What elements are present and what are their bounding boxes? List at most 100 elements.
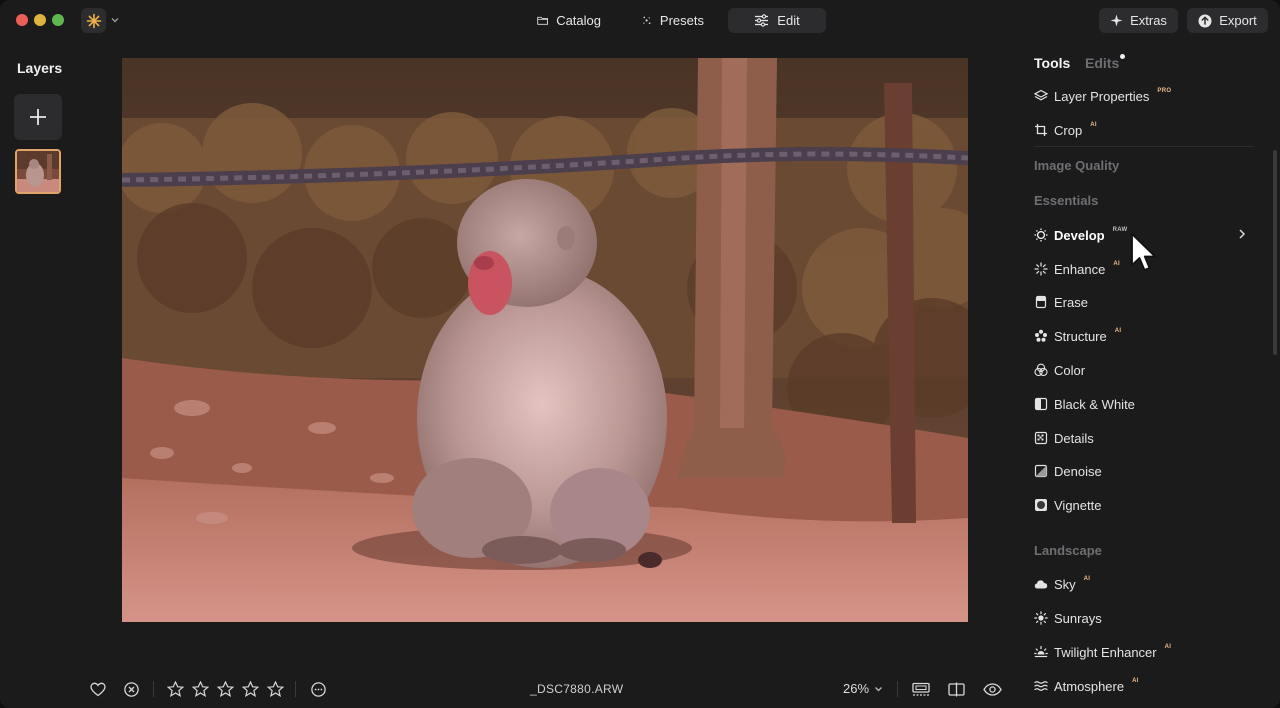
tool-label: Details [1054, 430, 1094, 446]
folder-icon [537, 16, 548, 25]
mode-catalog-label: Catalog [556, 13, 601, 28]
tool-atmosphere[interactable]: Atmosphere AI [1034, 676, 1139, 696]
section-essentials[interactable]: Essentials [1034, 193, 1098, 208]
filmstrip-toggle-button[interactable] [911, 679, 931, 699]
mode-switcher: Catalog Presets Edit [0, 8, 1280, 34]
bottom-toolbar: _DSC7880.ARW 26% [0, 672, 1012, 706]
tool-denoise[interactable]: Denoise [1034, 461, 1102, 481]
tools-panel: Tools Edits Layer Properties PRO Crop AI I… [1012, 42, 1280, 708]
tool-label: Erase [1054, 294, 1088, 310]
sliders-icon [755, 14, 769, 27]
tool-label: Crop [1054, 122, 1083, 138]
compare-split-icon [947, 682, 965, 696]
star-outline-icon [266, 681, 284, 697]
panel-scrollbar[interactable] [1273, 150, 1277, 355]
rating-star-5[interactable] [265, 679, 285, 699]
rating-star-1[interactable] [165, 679, 185, 699]
pro-badge: PRO [1157, 88, 1172, 94]
denoise-icon [1034, 464, 1048, 478]
eye-icon [982, 682, 1002, 696]
reject-button[interactable] [121, 679, 141, 699]
ai-badge: AI [1113, 261, 1120, 267]
heart-icon [90, 682, 106, 696]
edits-indicator-dot [1120, 54, 1125, 59]
compare-split-button[interactable] [946, 679, 966, 699]
tool-label: Develop [1054, 227, 1105, 243]
atmosphere-icon [1034, 679, 1048, 693]
add-layer-button[interactable] [14, 94, 62, 140]
tool-vignette[interactable]: Vignette [1034, 495, 1101, 515]
twilight-icon [1034, 645, 1048, 659]
rating-star-3[interactable] [215, 679, 235, 699]
color-circles-icon [1034, 363, 1048, 377]
layer-thumbnail-image [17, 151, 59, 192]
zoom-dropdown[interactable]: 26% [843, 681, 883, 696]
tab-tools[interactable]: Tools [1034, 55, 1070, 71]
sparkle-star-icon [1110, 14, 1123, 27]
preview-toggle-button[interactable] [982, 679, 1002, 699]
extras-button[interactable]: Extras [1099, 8, 1178, 33]
favorite-button[interactable] [88, 679, 108, 699]
reject-x-circle-icon [123, 681, 139, 697]
tool-crop[interactable]: Crop AI [1034, 120, 1097, 140]
crop-icon [1034, 123, 1048, 137]
star-outline-icon [241, 681, 259, 697]
tool-label: Vignette [1054, 497, 1102, 513]
photo-image [122, 58, 968, 622]
chevron-down-icon [875, 686, 882, 691]
mode-presets-button[interactable]: Presets [630, 8, 716, 33]
sparkle-icon [643, 16, 651, 25]
export-upload-icon [1198, 14, 1212, 27]
tool-black-white[interactable]: Black & White [1034, 394, 1135, 414]
tool-develop[interactable]: Develop RAW [1034, 225, 1127, 245]
tool-label: Sky [1054, 576, 1076, 592]
filmstrip-icon [912, 682, 930, 696]
structure-icon [1034, 329, 1048, 343]
rating-star-4[interactable] [240, 679, 260, 699]
tool-label: Structure [1054, 328, 1107, 344]
toolbar-divider [897, 681, 898, 697]
black-white-icon [1034, 397, 1048, 411]
section-image-quality[interactable]: Image Quality [1034, 158, 1119, 173]
mode-catalog-button[interactable]: Catalog [525, 8, 613, 33]
ai-badge: AI [1083, 576, 1091, 582]
tool-label: Enhance [1054, 261, 1106, 277]
more-options-button[interactable] [308, 679, 328, 699]
export-label: Export [1219, 13, 1257, 28]
mouse-cursor-icon [1131, 233, 1156, 271]
extras-label: Extras [1130, 13, 1167, 28]
tool-details[interactable]: Details [1034, 428, 1094, 448]
details-grid-icon [1034, 431, 1048, 445]
tool-twilight-enhancer[interactable]: Twilight Enhancer AI [1034, 642, 1171, 662]
star-outline-icon [191, 681, 209, 697]
app-window: Catalog Presets Edit Extras Export Layer… [0, 0, 1280, 708]
mode-edit-label: Edit [777, 13, 800, 28]
more-dots-circle-icon [310, 681, 326, 697]
rating-star-2[interactable] [190, 679, 210, 699]
tool-sky[interactable]: Sky AI [1034, 574, 1090, 594]
chevron-right-icon[interactable] [1237, 227, 1247, 241]
tool-label: Atmosphere [1054, 678, 1125, 694]
tool-label: Layer Properties [1054, 88, 1150, 104]
layer-thumbnail[interactable] [15, 149, 61, 194]
star-outline-icon [166, 681, 184, 697]
ai-badge: AI [1164, 644, 1172, 650]
raw-badge: RAW [1112, 227, 1128, 233]
tool-structure[interactable]: Structure AI [1034, 326, 1121, 346]
mode-presets-label: Presets [659, 13, 704, 28]
export-button[interactable]: Export [1187, 8, 1268, 33]
layers-icon [1034, 89, 1048, 103]
tool-sunrays[interactable]: Sunrays [1034, 608, 1102, 628]
tab-edits[interactable]: Edits [1085, 55, 1119, 71]
tool-erase[interactable]: Erase [1034, 292, 1088, 312]
tool-enhance[interactable]: Enhance AI [1034, 259, 1120, 279]
ai-badge: AI [1090, 122, 1097, 128]
mode-edit-button[interactable]: Edit [728, 8, 826, 33]
tool-color[interactable]: Color [1034, 360, 1085, 380]
enhance-burst-icon [1034, 262, 1048, 276]
section-landscape[interactable]: Landscape [1034, 543, 1102, 558]
tool-layer-properties[interactable]: Layer Properties PRO [1034, 86, 1171, 106]
toolbar-divider [153, 681, 154, 697]
ai-badge: AI [1132, 678, 1139, 684]
photo-canvas[interactable] [122, 58, 968, 622]
